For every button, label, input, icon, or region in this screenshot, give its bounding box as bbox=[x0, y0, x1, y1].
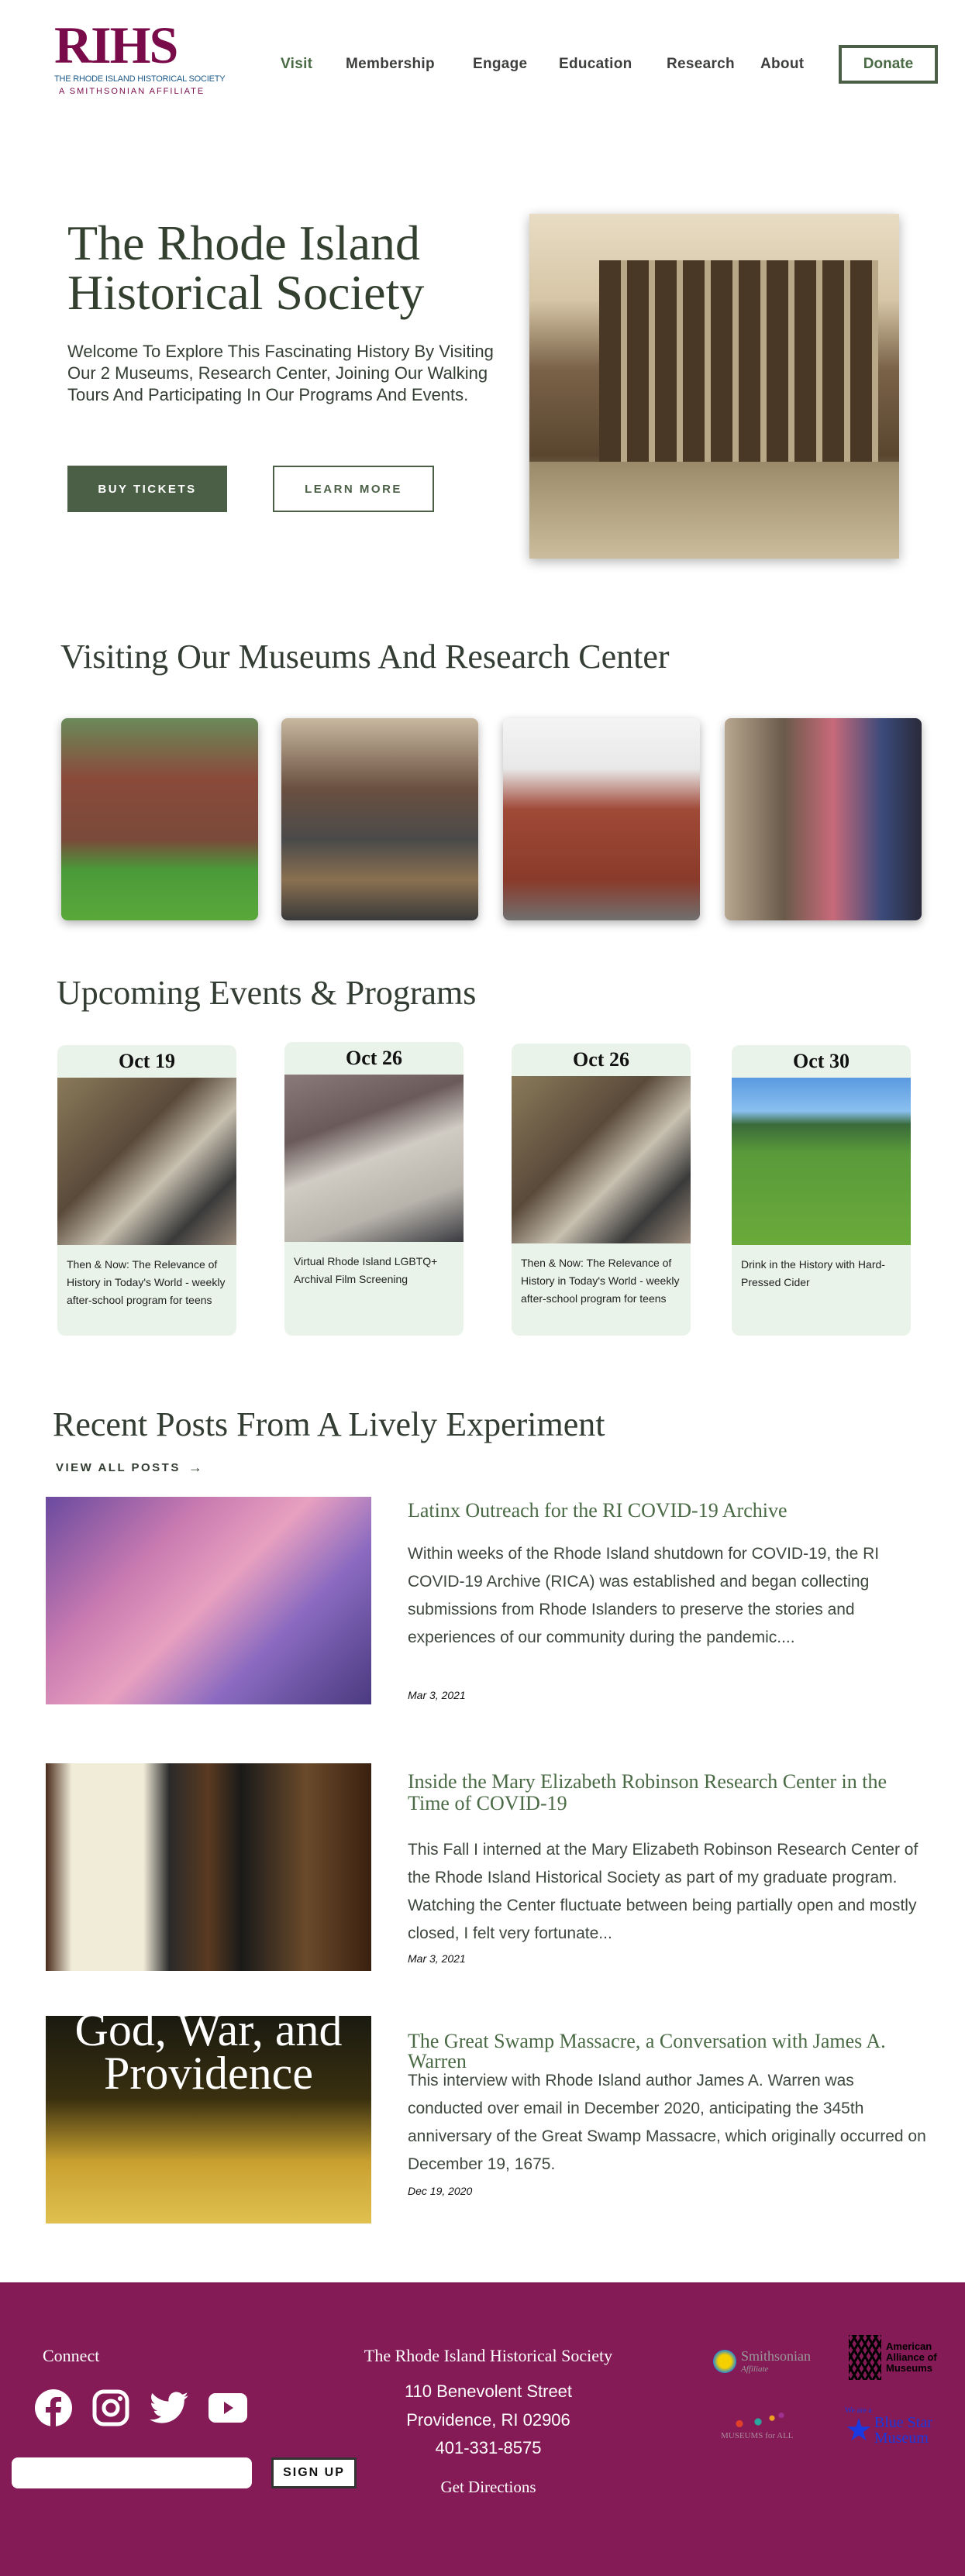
buy-tickets-button[interactable]: BUY TICKETS bbox=[67, 466, 227, 512]
get-directions-link[interactable]: Get Directions bbox=[329, 2478, 647, 2497]
post-image[interactable] bbox=[46, 1763, 371, 1971]
event-card[interactable]: Oct 30 Drink in the History with Hard-Pr… bbox=[732, 1045, 911, 1336]
event-card[interactable]: Oct 19 Then & Now: The Relevance of Hist… bbox=[57, 1045, 236, 1336]
post-image[interactable]: God, War, and Providence bbox=[46, 2016, 371, 2223]
visiting-heading: Visiting Our Museums And Research Center bbox=[60, 638, 670, 676]
museum-card-research-center[interactable] bbox=[503, 718, 700, 920]
footer-street: 110 Benevolent Street bbox=[404, 2382, 573, 2401]
post-title[interactable]: The Great Swamp Massacre, a Conversation… bbox=[408, 2031, 935, 2072]
events-heading: Upcoming Events & Programs bbox=[57, 974, 477, 1012]
event-title: Then & Now: The Relevance of History in … bbox=[521, 1257, 680, 1305]
book-cover-title: God, War, and Providence bbox=[74, 2016, 343, 2099]
logo-line2: A SMITHSONIAN AFFILIATE bbox=[59, 87, 205, 96]
hero-building-photo bbox=[529, 214, 899, 559]
post-excerpt: This interview with Rhode Island author … bbox=[408, 2072, 926, 2173]
aam-logo[interactable]: American Alliance of Museums bbox=[849, 2335, 948, 2380]
dots-icon bbox=[721, 2413, 814, 2431]
aam-label: American Alliance of Museums bbox=[886, 2340, 937, 2374]
museum-card-john-brown-house[interactable] bbox=[61, 718, 258, 920]
event-image bbox=[284, 1075, 464, 1242]
smithsonian-sun-icon bbox=[713, 2349, 736, 2373]
event-card[interactable]: Oct 26 Virtual Rhode Island LGBTQ+ Archi… bbox=[284, 1042, 464, 1336]
event-image bbox=[512, 1076, 691, 1243]
event-date: Oct 26 bbox=[346, 1047, 402, 1069]
connect-heading: Connect bbox=[43, 2346, 100, 2365]
nav-research[interactable]: Research bbox=[667, 56, 735, 73]
nav-about[interactable]: About bbox=[760, 56, 804, 73]
arrow-right-icon: → bbox=[188, 1460, 205, 1475]
post-title[interactable]: Inside the Mary Elizabeth Robinson Resea… bbox=[408, 1771, 919, 1814]
learn-more-button[interactable]: LEARN MORE bbox=[273, 466, 434, 512]
nav-membership[interactable]: Membership bbox=[346, 56, 435, 73]
event-card[interactable]: Oct 26 Then & Now: The Relevance of Hist… bbox=[512, 1044, 691, 1336]
aam-mark-icon bbox=[849, 2335, 881, 2380]
museum-card-visitors[interactable] bbox=[725, 718, 922, 920]
hero-title: The Rhode Island Historical Society bbox=[67, 215, 425, 320]
nav-visit[interactable]: Visit bbox=[281, 56, 312, 73]
view-all-posts-link[interactable]: VIEW ALL POSTS → bbox=[56, 1460, 204, 1476]
footer-org-name: The Rhode Island Historical Society bbox=[364, 2346, 613, 2365]
logo-letters: RIHS bbox=[54, 15, 178, 74]
post-image[interactable] bbox=[46, 1497, 371, 1704]
post-date: Mar 3, 2021 bbox=[408, 1689, 466, 1701]
donate-button[interactable]: Donate bbox=[839, 45, 938, 84]
event-title: Virtual Rhode Island LGBTQ+ Archival Fil… bbox=[294, 1255, 438, 1285]
smithsonian-sub: Affiliate bbox=[741, 2364, 769, 2374]
mfa-label: MUSEUMS for ALL bbox=[721, 2431, 794, 2440]
smithsonian-affiliate-logo[interactable]: Smithsonian Affiliate bbox=[713, 2348, 811, 2374]
smithsonian-label: Smithsonian bbox=[741, 2348, 812, 2364]
museums-for-all-logo[interactable]: MUSEUMS for ALL bbox=[721, 2413, 814, 2440]
youtube-icon[interactable] bbox=[209, 2393, 247, 2423]
footer-phone[interactable]: 401-331-8575 bbox=[329, 2438, 647, 2458]
footer: Connect SIGN UP The Rhode Island Histori… bbox=[0, 2282, 965, 2576]
rihs-logo[interactable]: RIHS THE RHODE ISLAND HISTORICAL SOCIETY… bbox=[54, 15, 226, 101]
post-title[interactable]: Latinx Outreach for the RI COVID-19 Arch… bbox=[408, 1500, 919, 1522]
post-date: Mar 3, 2021 bbox=[408, 1952, 466, 1965]
blue-star-museum-logo[interactable]: We are a ★ Blue Star Museum bbox=[845, 2406, 953, 2446]
facebook-icon[interactable] bbox=[35, 2389, 72, 2426]
post-excerpt: Within weeks of the Rhode Island shutdow… bbox=[408, 1545, 880, 1646]
event-date: Oct 26 bbox=[573, 1048, 629, 1071]
event-date: Oct 19 bbox=[119, 1050, 175, 1072]
post-excerpt: This Fall I interned at the Mary Elizabe… bbox=[408, 1841, 918, 1942]
star-icon: ★ bbox=[845, 2413, 873, 2447]
post-date: Dec 19, 2020 bbox=[408, 2185, 473, 2197]
twitter-icon[interactable] bbox=[150, 2392, 188, 2424]
event-title: Then & Now: The Relevance of History in … bbox=[67, 1258, 226, 1306]
event-image bbox=[732, 1078, 911, 1245]
hero-text: Welcome To Explore This Fascinating Hist… bbox=[67, 342, 494, 404]
newsletter-email-input[interactable] bbox=[12, 2457, 252, 2488]
bluestar-label: Blue Star Museum bbox=[874, 2414, 932, 2447]
nav-education[interactable]: Education bbox=[559, 56, 632, 73]
view-all-label: VIEW ALL POSTS bbox=[56, 1461, 181, 1474]
social-links bbox=[35, 2389, 247, 2426]
nav-engage[interactable]: Engage bbox=[473, 56, 527, 73]
footer-city: Providence, RI 02906 bbox=[406, 2410, 570, 2430]
event-image bbox=[57, 1078, 236, 1245]
logo-line1: THE RHODE ISLAND HISTORICAL SOCIETY bbox=[54, 74, 226, 84]
museum-card-aldrich-mill[interactable] bbox=[281, 718, 478, 920]
instagram-icon[interactable] bbox=[92, 2389, 129, 2426]
posts-heading: Recent Posts From A Lively Experiment bbox=[53, 1405, 605, 1443]
event-title: Drink in the History with Hard-Pressed C… bbox=[741, 1258, 885, 1288]
event-date: Oct 30 bbox=[793, 1050, 850, 1072]
